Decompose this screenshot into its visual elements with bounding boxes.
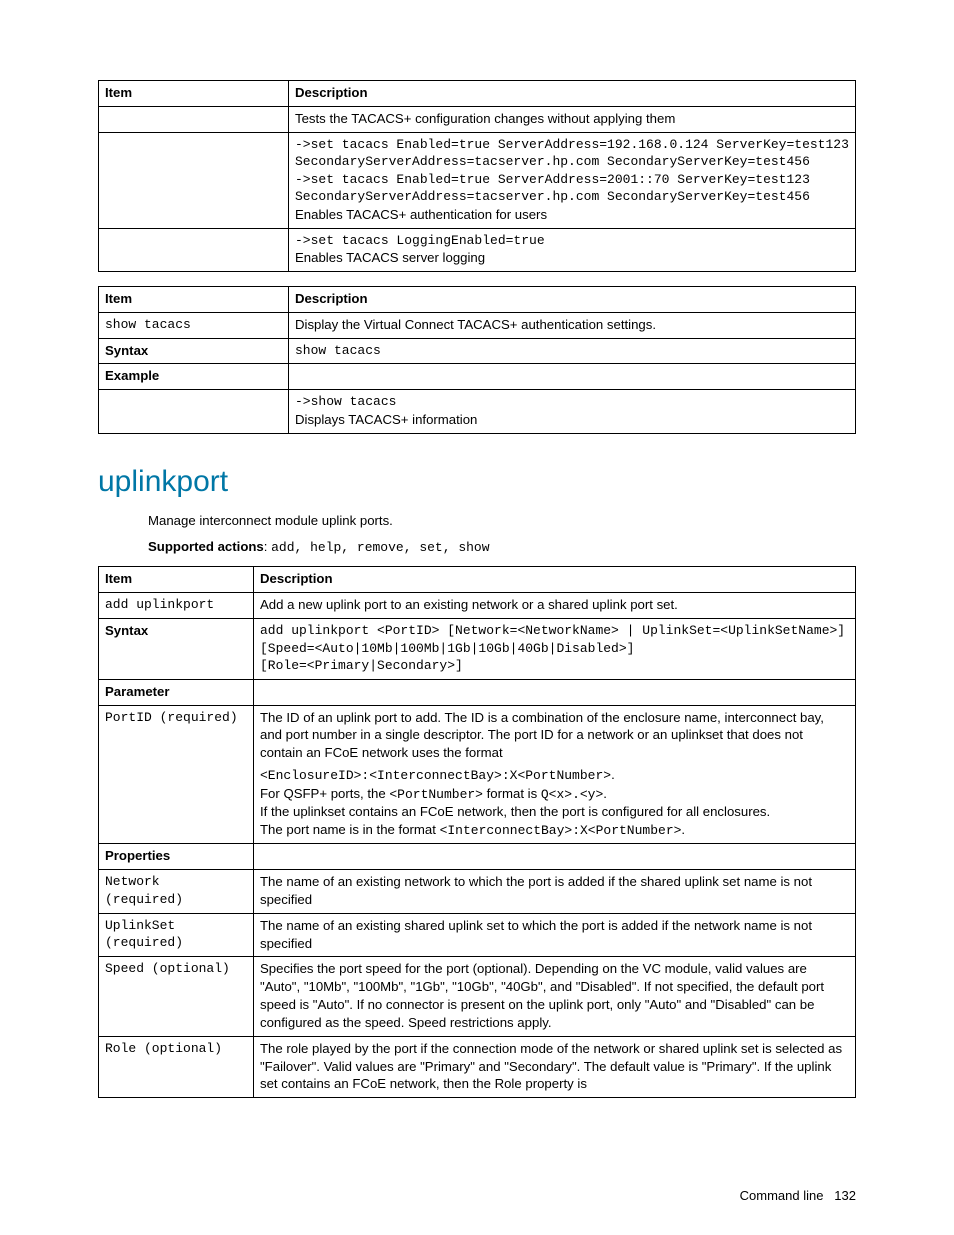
col-header-item: Item: [99, 567, 254, 593]
desc-cell: show tacacs: [289, 338, 856, 364]
note-text: Displays TACACS+ information: [295, 411, 849, 429]
desc-text: For QSFP+ ports, the <PortNumber> format…: [260, 785, 849, 804]
code-text: Q<x>.<y>: [541, 787, 603, 802]
uplinkport-add-table: Item Description add uplinkport Add a ne…: [98, 566, 856, 1098]
footer-label: Command line: [740, 1188, 824, 1203]
item-cell: PortID (required): [99, 705, 254, 844]
item-cell: Parameter: [99, 679, 254, 705]
item-cell: Properties: [99, 844, 254, 870]
desc-text: If the uplinkset contains an FCoE networ…: [260, 803, 849, 821]
code-text: <PortNumber>: [389, 787, 483, 802]
desc-cell: Add a new uplink port to an existing net…: [254, 593, 856, 619]
note-text: Enables TACACS server logging: [295, 249, 849, 267]
desc-text: The port name is in the format <Intercon…: [260, 821, 849, 840]
section-intro: Manage interconnect module uplink ports.: [148, 512, 856, 530]
empty-cell: [99, 132, 289, 228]
item-cell: show tacacs: [99, 312, 289, 338]
desc-cell: [289, 364, 856, 390]
item-cell: add uplinkport: [99, 593, 254, 619]
item-cell: Syntax: [99, 619, 254, 680]
desc-cell: ->show tacacs Displays TACACS+ informati…: [289, 390, 856, 433]
desc-text: The ID of an uplink port to add. The ID …: [260, 709, 849, 762]
desc-cell: Specifies the port speed for the port (o…: [254, 957, 856, 1036]
page-footer: Command line 132: [740, 1187, 856, 1205]
empty-cell: [99, 228, 289, 271]
code-text: <EnclosureID>:<InterconnectBay>:X<PortNu…: [260, 768, 611, 783]
desc-cell: [254, 679, 856, 705]
code-text: <InterconnectBay>:X<PortNumber>: [440, 823, 682, 838]
desc-fragment: The port name is in the format: [260, 822, 440, 837]
item-cell: Syntax: [99, 338, 289, 364]
desc-text: <EnclosureID>:<InterconnectBay>:X<PortNu…: [260, 766, 849, 785]
col-header-item: Item: [99, 81, 289, 107]
supported-actions-label: Supported actions: [148, 539, 264, 554]
desc-cell: Tests the TACACS+ configuration changes …: [289, 106, 856, 132]
item-cell: Speed (optional): [99, 957, 254, 1036]
item-cell: Network (required): [99, 870, 254, 914]
empty-cell: [99, 106, 289, 132]
item-cell: Role (optional): [99, 1036, 254, 1097]
command-text: ->set tacacs Enabled=true ServerAddress=…: [295, 171, 849, 206]
desc-cell: ->set tacacs Enabled=true ServerAddress=…: [289, 132, 856, 228]
supported-actions-list: add, help, remove, set, show: [271, 540, 489, 555]
command-text: ->set tacacs LoggingEnabled=true: [295, 232, 849, 250]
empty-cell: [99, 390, 289, 433]
desc-cell: ->set tacacs LoggingEnabled=true Enables…: [289, 228, 856, 271]
command-text: ->set tacacs Enabled=true ServerAddress=…: [295, 136, 849, 171]
col-header-item: Item: [99, 286, 289, 312]
item-cell: UplinkSet (required): [99, 913, 254, 957]
tacacs-show-table: Item Description show tacacs Display the…: [98, 286, 856, 434]
desc-cell: add uplinkport <PortID> [Network=<Networ…: [254, 619, 856, 680]
desc-fragment: For QSFP+ ports, the: [260, 786, 389, 801]
desc-cell: The ID of an uplink port to add. The ID …: [254, 705, 856, 844]
col-header-desc: Description: [289, 81, 856, 107]
desc-cell: The name of an existing shared uplink se…: [254, 913, 856, 957]
col-header-desc: Description: [254, 567, 856, 593]
footer-page: 132: [834, 1188, 856, 1203]
col-header-desc: Description: [289, 286, 856, 312]
desc-cell: The name of an existing network to which…: [254, 870, 856, 914]
note-text: Enables TACACS+ authentication for users: [295, 206, 849, 224]
section-heading-uplinkport: uplinkport: [98, 462, 856, 503]
desc-fragment: format is: [483, 786, 541, 801]
command-text: ->show tacacs: [295, 393, 849, 411]
item-cell: Example: [99, 364, 289, 390]
supported-actions-line: Supported actions: add, help, remove, se…: [148, 538, 856, 557]
tacacs-set-table: Item Description Tests the TACACS+ confi…: [98, 80, 856, 272]
desc-cell: The role played by the port if the conne…: [254, 1036, 856, 1097]
desc-cell: Display the Virtual Connect TACACS+ auth…: [289, 312, 856, 338]
desc-cell: [254, 844, 856, 870]
